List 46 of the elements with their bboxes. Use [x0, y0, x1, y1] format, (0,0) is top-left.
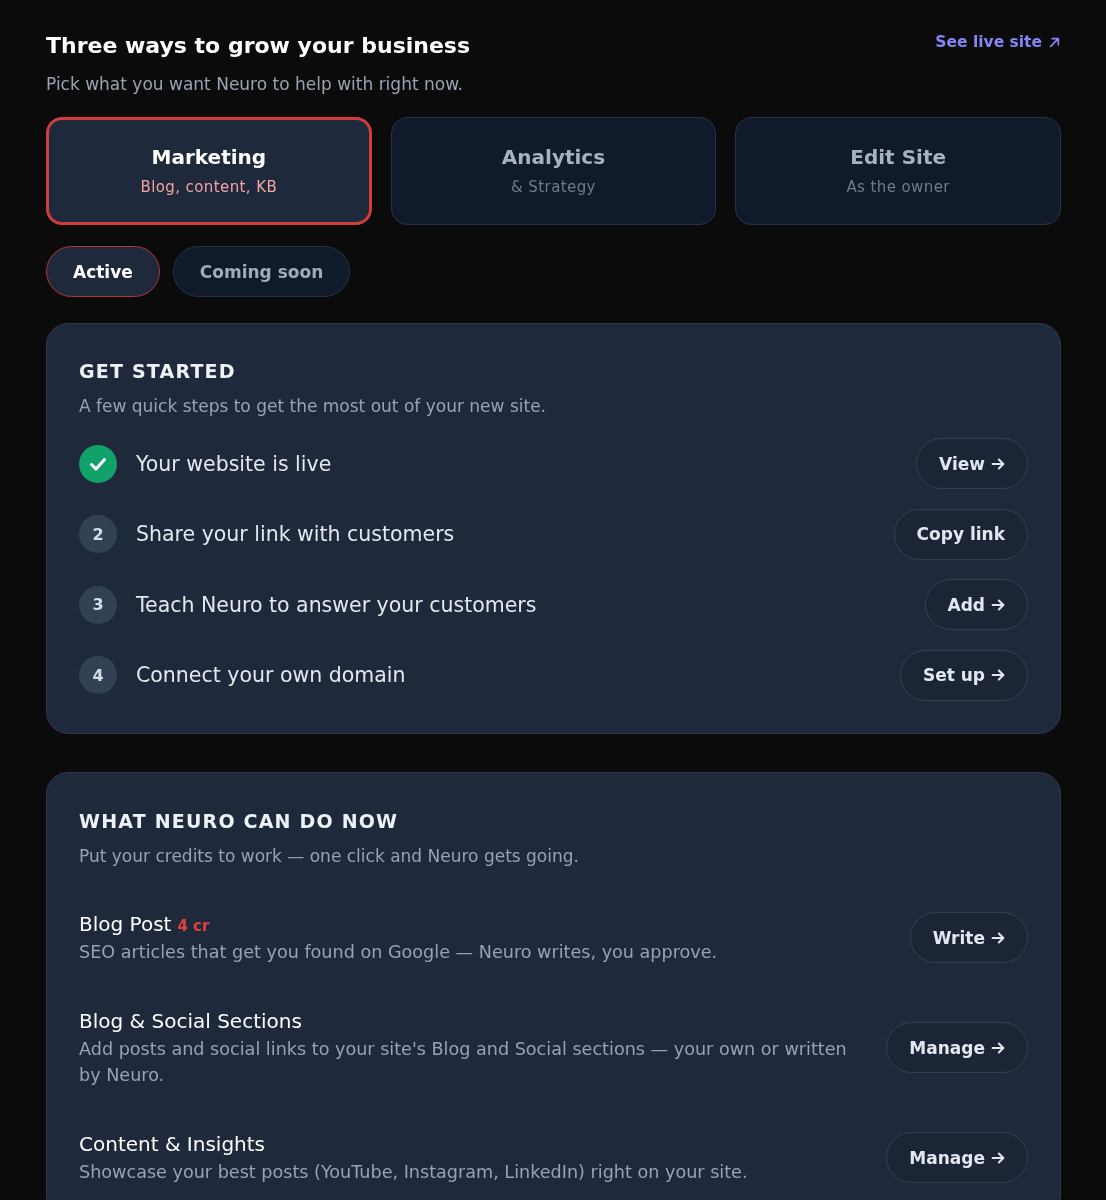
credits-label: 4 cr	[177, 916, 210, 935]
capability-action-button[interactable]: Write	[909, 912, 1028, 963]
card-subtitle: A few quick steps to get the most out of your new site.	[79, 395, 547, 418]
arrow-up-right-icon	[1049, 36, 1060, 48]
capability-action-button[interactable]: Manage	[886, 1022, 1028, 1073]
see-live-site-link[interactable]: See live site	[935, 30, 1060, 54]
filter-pill[interactable]: Active	[46, 246, 160, 297]
filter-pill[interactable]: Coming soon	[172, 246, 351, 297]
card-title: GET STARTED	[79, 359, 237, 383]
step-number: 3	[79, 585, 117, 624]
arrow-right-icon	[991, 669, 1005, 681]
category-tab[interactable]: Analytics & Strategy	[390, 117, 717, 225]
capability-title: Blog Post	[79, 910, 172, 937]
step-action-button[interactable]: Copy link	[893, 508, 1028, 560]
tab-title: Analytics	[501, 144, 606, 170]
card-title: WHAT NEURO CAN DO NOW	[79, 808, 400, 833]
step-action-button[interactable]: Add	[924, 579, 1028, 630]
step-text: Teach Neuro to answer your customers	[136, 591, 538, 619]
step-number: 4	[79, 656, 117, 694]
capability-title: Blog & Social Sections	[79, 1007, 302, 1034]
capability-description: Showcase your best posts (YouTube, Instagram, LinkedIn) right on your site.	[79, 1160, 749, 1184]
arrow-right-icon	[991, 931, 1005, 944]
tab-title: Edit Site	[850, 144, 947, 170]
tab-subtitle: As the owner	[846, 177, 950, 198]
step-text: Your website is live	[136, 450, 333, 478]
tab-title: Marketing	[151, 144, 267, 170]
category-tab[interactable]: Marketing Blog, content, KB	[46, 117, 372, 225]
capability-title: Content & Insights	[79, 1130, 266, 1157]
arrow-right-icon	[991, 1151, 1005, 1164]
arrow-right-icon	[991, 1041, 1005, 1054]
capability-description: SEO articles that get you found on Google — Neuro writes, you approve.	[79, 940, 719, 964]
step-text: Connect your own domain	[136, 662, 407, 689]
capability-description: Add posts and social links to your site's Blog and Social sections — your own or written by Neuro.	[79, 1037, 848, 1087]
tab-subtitle: Blog, content, KB	[140, 177, 278, 198]
step-action-button[interactable]: Set up	[899, 649, 1028, 701]
step-number: 2	[79, 515, 117, 553]
page-title: Three ways to grow your business	[46, 32, 471, 60]
tab-subtitle: & Strategy	[511, 177, 596, 198]
page-subtitle: Pick what you want Neuro to help with right now.	[46, 73, 464, 96]
step-action-button[interactable]: View	[916, 438, 1028, 489]
arrow-right-icon	[991, 457, 1005, 470]
step-text: Share your link with customers	[136, 521, 456, 548]
arrow-right-icon	[991, 598, 1005, 611]
card-subtitle: Put your credits to work — one click and Neuro gets going.	[79, 844, 580, 868]
capability-action-button[interactable]: Manage	[886, 1132, 1028, 1183]
category-tab[interactable]: Edit Site As the owner	[735, 117, 1061, 225]
